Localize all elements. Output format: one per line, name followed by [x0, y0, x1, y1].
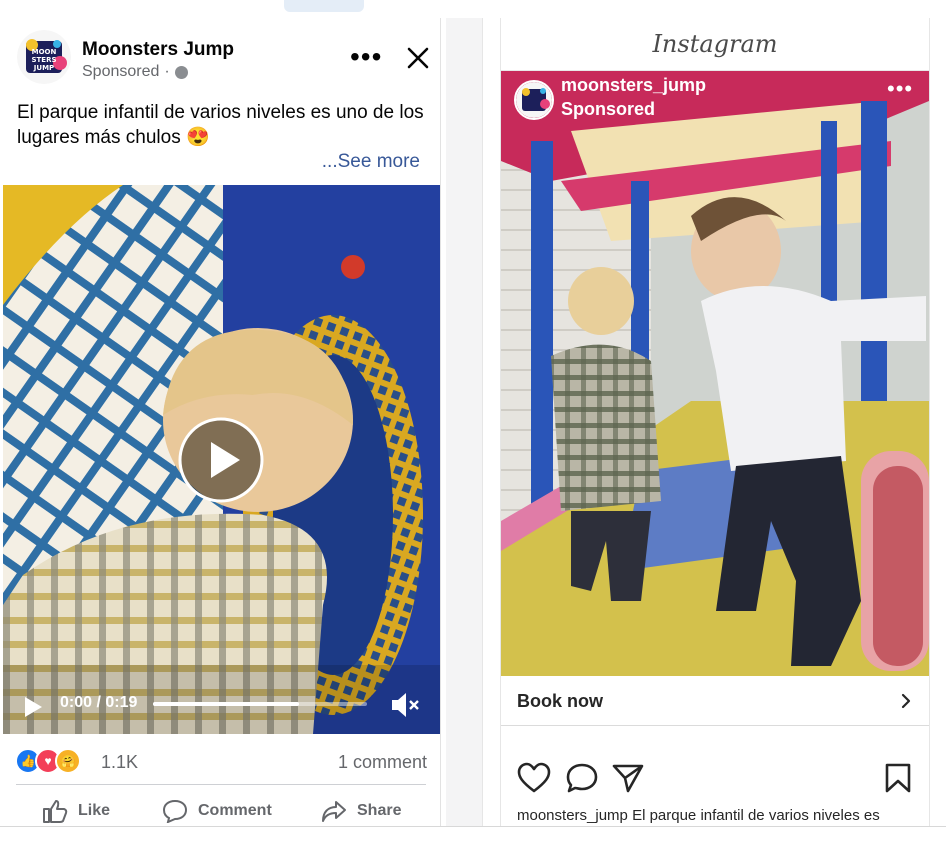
instagram-ad-preview: Instagram moonsters_jump Sponsored ••• B… — [500, 18, 930, 826]
sponsored-label: Sponsored · — [82, 63, 188, 81]
play-icon[interactable] — [23, 696, 43, 718]
share-icon — [322, 801, 346, 822]
instagram-header: Instagram — [501, 18, 929, 71]
book-now-label: Book now — [517, 691, 603, 711]
thumbs-up-icon — [43, 800, 68, 823]
frame-divider — [482, 18, 483, 826]
ig-avatar[interactable] — [514, 80, 554, 120]
see-more-link[interactable]: ...See more — [322, 151, 420, 173]
care-reaction-icon: 🤗 — [55, 748, 81, 774]
ig-username[interactable]: moonsters_jump — [561, 75, 706, 96]
browser-tab-indicator — [284, 0, 364, 12]
reactions-count[interactable]: 1.1K — [101, 752, 138, 773]
svg-text:MOON: MOON — [32, 48, 57, 56]
close-icon[interactable] — [404, 44, 432, 72]
share-button[interactable]: Share — [321, 796, 401, 826]
bottom-divider — [0, 826, 946, 827]
video-seek-bar[interactable] — [153, 702, 367, 706]
instagram-media[interactable] — [501, 71, 929, 676]
send-icon[interactable] — [611, 762, 645, 794]
play-button-icon[interactable] — [178, 417, 264, 503]
facebook-ad-preview: MOON STERS JUMP Moonsters Jump Sponsored… — [0, 18, 441, 826]
page-name[interactable]: Moonsters Jump — [82, 39, 234, 61]
post-text: El parque infantil de varios niveles es … — [17, 102, 424, 148]
comment-button[interactable]: Comment — [162, 796, 272, 826]
mute-icon[interactable] — [389, 690, 421, 720]
book-now-cta[interactable]: Book now — [501, 677, 929, 726]
share-label: Share — [357, 802, 402, 819]
like-button[interactable]: Like — [42, 796, 110, 826]
ig-sponsored-label: Sponsored — [561, 99, 656, 119]
video-time: 0:00 / 0:19 — [60, 694, 138, 711]
page-avatar[interactable]: MOON STERS JUMP — [17, 30, 71, 84]
like-label: Like — [78, 802, 111, 819]
ig-caption-username[interactable]: moonsters_jump — [517, 807, 628, 824]
divider — [16, 784, 426, 785]
heart-icon[interactable] — [517, 762, 551, 794]
comment-bubble-icon[interactable] — [565, 762, 599, 794]
phone-frame-gutter — [446, 18, 482, 826]
comments-count[interactable]: 1 comment — [338, 752, 427, 773]
comment-label: Comment — [198, 802, 272, 819]
svg-text:STERS: STERS — [31, 56, 56, 64]
video-player[interactable] — [3, 185, 440, 734]
comment-icon — [162, 799, 188, 823]
ig-caption: moonsters_jump El parque infantil de var… — [517, 807, 927, 824]
bookmark-icon[interactable] — [881, 762, 915, 794]
reaction-icons[interactable]: 👍 ♥ 🤗 — [15, 748, 81, 774]
sponsored-text: Sponsored — [82, 63, 160, 80]
video-seek-progress — [153, 702, 299, 706]
globe-icon — [174, 65, 188, 79]
video-controls: 0:00 / 0:19 — [3, 686, 440, 732]
instagram-logo: Instagram — [652, 30, 778, 58]
ig-more-options-icon[interactable]: ••• — [887, 78, 913, 100]
ig-caption-text: El parque infantil de varios niveles es — [632, 807, 880, 824]
chevron-right-icon — [901, 693, 911, 709]
svg-text:JUMP: JUMP — [33, 64, 54, 72]
more-options-icon[interactable]: ••• — [350, 43, 382, 71]
